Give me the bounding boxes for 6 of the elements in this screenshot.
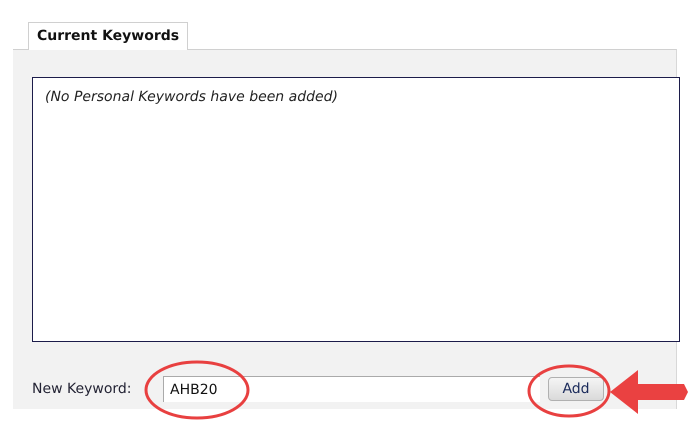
keyword-input-field[interactable]: AHB20 — [163, 376, 540, 402]
add-button[interactable]: Add — [548, 377, 604, 401]
empty-message: (No Personal Keywords have been added) — [45, 89, 338, 105]
tab[interactable]: Current Keywords — [28, 22, 188, 50]
field-label: New Keyword: — [32, 381, 132, 397]
arrow-icon — [610, 370, 688, 414]
